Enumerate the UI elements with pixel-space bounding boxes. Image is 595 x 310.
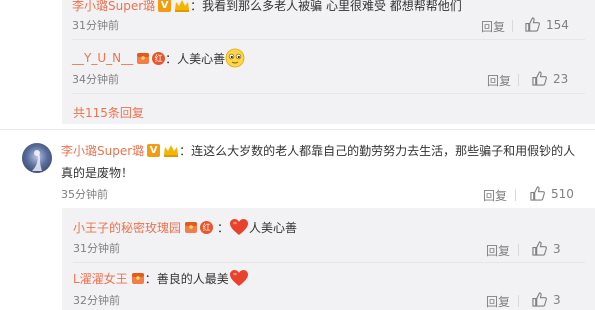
reply-time: 31分钟前 [72,19,119,32]
comment-header: 李小璐Super璐 V ：连这么大岁数的老人都靠自己的勤劳努力去生活，那些骗子和… [61,142,575,158]
reply-button[interactable]: 回复 [483,187,507,204]
reply-row: __Y_U_N__ 红 ：人美心善 [72,48,245,68]
reply-text: ：人美心善 [165,51,226,66]
reply-divider [73,262,585,263]
reply-username[interactable]: __Y_U_N__ [72,51,133,65]
reply-username[interactable]: 李小璐Super璐 [72,0,155,14]
comment-username[interactable]: 李小璐Super璐 [61,142,144,159]
reply-meta: 34分钟前 [72,71,119,87]
action-divider [512,20,513,32]
like-button[interactable]: 154 [525,17,569,32]
like-count: 3 [553,292,561,307]
reply-row: 小王子的秘密玫瑰园 红 ： 人美心善 [73,217,297,237]
reply-button[interactable]: 回复 [486,242,510,259]
reply-button[interactable]: 回复 [486,293,510,310]
hongbao-icon [131,272,144,284]
reply-username[interactable]: L濯濯女王 [73,270,128,287]
action-divider [515,189,516,201]
reply-username[interactable]: 小王子的秘密玫瑰园 [73,219,181,236]
like-count: 154 [546,17,569,32]
reply-divider [72,93,585,94]
hongbao-icon [185,221,198,233]
reply-time: 34分钟前 [72,73,119,86]
like-count: 510 [551,186,574,201]
fans-badge-icon: 红 [152,51,166,65]
reply-divider [72,39,585,40]
avatar[interactable] [22,143,52,173]
comment-divider [0,129,595,130]
thumbs-up-icon [532,71,547,86]
crown-icon [175,0,190,12]
reply-text: 人美心善 [249,220,298,235]
reply-time: 32分钟前 [73,294,120,307]
thumbs-up-icon [525,17,540,32]
like-button[interactable]: 23 [532,71,568,86]
like-button[interactable]: 3 [532,241,561,256]
crown-icon [164,144,179,157]
heart-emoji-icon [229,270,248,286]
avatar-image [32,150,42,171]
action-divider [518,74,519,86]
comment-text: ：连这么大岁数的老人都靠自己的勤劳努力去生活，那些骗子和用假钞的人 [179,143,576,158]
vip-v-icon: V [158,0,172,12]
reply-row: L濯濯女王 ：善良的人最美 [73,268,249,288]
reply-button[interactable]: 回复 [487,72,511,89]
comment-meta: 35分钟前 [61,186,108,202]
like-button[interactable]: 3 [532,292,561,307]
smile-emoji-icon [225,48,245,68]
comment-text-continued: 真的是废物！ [61,165,134,180]
more-replies-link[interactable]: 共115条回复 [73,104,144,121]
like-button[interactable]: 510 [530,186,574,201]
like-count: 23 [553,71,569,86]
reply-text: ：我看到那么多老人被骗 心里很难受 都想帮帮他们 [190,0,462,13]
reply-text: ：善良的人最美 [144,271,229,286]
fans-badge-icon: 红 [200,220,214,234]
action-divider [518,244,519,256]
like-count: 3 [553,241,561,256]
comment-time: 35分钟前 [61,188,108,201]
reply-meta: 32分钟前 [73,292,120,308]
reply-meta: 31分钟前 [72,17,119,33]
heart-emoji-icon [230,219,249,235]
reply-time: 31分钟前 [73,242,120,255]
hongbao-icon [137,52,150,64]
reply-button[interactable]: 回复 [481,18,505,35]
thumbs-up-icon [532,292,547,307]
action-divider [518,295,519,307]
reply-divider [73,239,585,240]
comment-text-line: 真的是废物！ [61,164,133,180]
vip-v-icon: V [147,143,161,157]
reply-meta: 31分钟前 [73,240,120,256]
reply-row: 李小璐Super璐 V ：我看到那么多老人被骗 心里很难受 都想帮帮他们 [72,0,462,13]
thumbs-up-icon [530,186,545,201]
thumbs-up-icon [532,241,547,256]
